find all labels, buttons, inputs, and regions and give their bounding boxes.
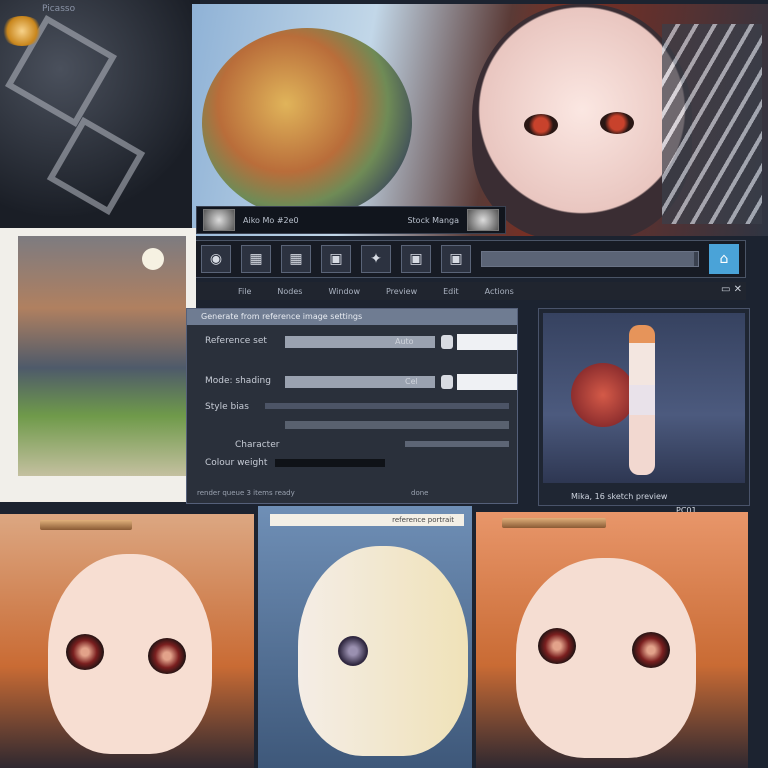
setting-row: Style bias <box>195 399 509 417</box>
menu-bar: File Nodes Window Preview Edit Actions ▭… <box>186 282 746 300</box>
dialog-status: render queue 3 items ready <box>197 489 295 497</box>
setting-slider[interactable] <box>265 403 509 409</box>
flower-icon[interactable] <box>203 209 235 231</box>
eye <box>632 632 670 668</box>
menu-item[interactable]: File <box>238 287 251 296</box>
panel-handle[interactable] <box>502 518 606 528</box>
photo-icon[interactable]: ▣ <box>401 245 431 273</box>
panel-handle[interactable] <box>40 520 132 530</box>
portrait-panel-right <box>476 512 748 768</box>
top-artwork <box>192 4 768 236</box>
sun <box>571 363 635 427</box>
landscape-card <box>0 228 196 502</box>
menu-item[interactable]: Preview <box>386 287 417 296</box>
moon <box>142 248 164 270</box>
media-left-label: Aiko Mo #2e0 <box>243 215 299 225</box>
setting-row: Character <box>195 437 509 455</box>
window-title: Picasso <box>42 4 76 14</box>
face <box>516 558 696 758</box>
face <box>298 546 468 756</box>
dialog-titlebar: Generate from reference image settings <box>187 309 517 325</box>
portrait-panel-middle: reference portrait <box>258 506 472 768</box>
grid-icon[interactable]: ▦ <box>241 245 271 273</box>
portrait-panel-left <box>0 514 254 768</box>
progress-fill <box>482 252 694 266</box>
menu-item[interactable]: Window <box>328 287 360 296</box>
eye <box>148 638 186 674</box>
dialog-title: Generate from reference image settings <box>201 312 363 321</box>
media-bar: Aiko Mo #2e0 Stock Manga <box>196 206 506 234</box>
setting-value: Auto <box>395 337 414 346</box>
hex-decoration <box>46 116 146 216</box>
eye <box>600 112 634 134</box>
setting-row <box>195 417 509 435</box>
photo-icon[interactable]: ▣ <box>441 245 471 273</box>
camera-icon[interactable] <box>441 375 453 389</box>
preview-caption: Mika, 16 sketch preview <box>571 492 668 501</box>
eye <box>538 628 576 664</box>
setting-row: Mode: shading Cel <box>195 373 517 391</box>
setting-slider[interactable] <box>285 421 509 429</box>
menu-item[interactable]: Edit <box>443 287 459 296</box>
character-figure <box>629 325 655 475</box>
image-icon[interactable] <box>467 209 499 231</box>
camera-icon[interactable]: ◉ <box>201 245 231 273</box>
character-portrait <box>472 4 692 236</box>
setting-value: Cel <box>405 377 418 386</box>
toolbar: ◉ ▦ ▦ ▣ ✦ ▣ ▣ ⌂ <box>194 240 746 278</box>
sparkle-icon[interactable]: ✦ <box>361 245 391 273</box>
render-progress <box>481 251 699 267</box>
eye <box>524 114 558 136</box>
setting-label: Style bias <box>205 402 249 412</box>
home-icon[interactable]: ⌂ <box>709 244 739 274</box>
setting-slider[interactable] <box>275 459 385 467</box>
camera-icon[interactable] <box>441 335 453 349</box>
preview-art <box>543 313 745 483</box>
setting-row: Reference set Auto <box>195 333 517 351</box>
landscape-art <box>18 236 186 476</box>
setting-label: Reference set <box>205 336 267 346</box>
setting-field[interactable] <box>457 334 517 350</box>
eye <box>66 634 104 670</box>
preview-panel: Mika, 16 sketch preview <box>538 308 750 506</box>
setting-label: Colour weight <box>205 458 268 468</box>
settings-dialog: Generate from reference image settings R… <box>186 308 518 504</box>
dialog-status-right: done <box>411 489 429 497</box>
panel-header-label: reference portrait <box>392 516 454 524</box>
autumn-tree <box>202 28 412 218</box>
setting-row: Colour weight <box>195 455 509 473</box>
photo-icon[interactable]: ▣ <box>321 245 351 273</box>
menu-item[interactable]: Actions <box>485 287 514 296</box>
face <box>48 554 212 754</box>
eye <box>338 636 368 666</box>
setting-label: Character <box>235 440 280 450</box>
stripe-decoration <box>662 24 762 224</box>
setting-slider[interactable] <box>405 441 509 447</box>
menu-item[interactable]: Nodes <box>277 287 302 296</box>
window-controls-icon[interactable]: ▭ ✕ <box>721 284 742 295</box>
media-right-label: Stock Manga <box>407 215 459 225</box>
setting-label: Mode: shading <box>205 376 271 386</box>
panel-header: reference portrait <box>270 514 464 526</box>
light-bokeh <box>0 16 44 46</box>
grid-icon[interactable]: ▦ <box>281 245 311 273</box>
setting-field[interactable] <box>457 374 517 390</box>
